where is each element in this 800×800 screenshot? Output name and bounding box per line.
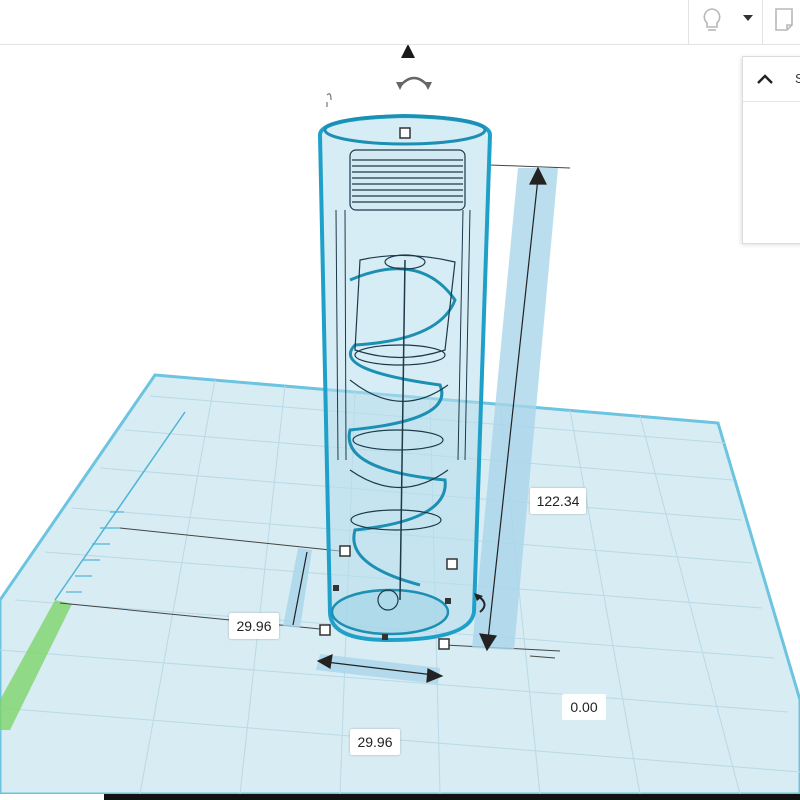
caret-down-icon <box>743 15 753 21</box>
width-dimension-label[interactable]: 29.96 <box>350 729 400 755</box>
hint-button[interactable] <box>690 0 734 44</box>
workplane-scene[interactable] <box>0 45 800 794</box>
rotate-handle-small-icon[interactable] <box>326 93 332 107</box>
hint-menu-button[interactable] <box>736 0 760 44</box>
chevron-up-icon <box>757 74 773 84</box>
toolbar-divider <box>688 0 689 44</box>
top-toolbar <box>0 0 800 45</box>
panel-collapse-button[interactable] <box>751 65 779 93</box>
panel-header: S <box>743 57 800 102</box>
depth-dimension-label[interactable]: 29.96 <box>229 613 279 639</box>
resize-handle-top[interactable] <box>399 127 411 139</box>
panel-title: S <box>795 71 800 86</box>
height-dimension-label[interactable]: 122.34 <box>530 488 586 514</box>
rotate-arrow-right <box>424 82 432 90</box>
elevation-dimension-label[interactable]: 0.00 <box>562 694 606 720</box>
bottom-edge-bar <box>104 794 800 800</box>
object-bottom-rim <box>330 588 450 636</box>
resize-handle-back-right[interactable] <box>446 558 458 570</box>
thread-section <box>349 149 466 211</box>
lightbulb-icon <box>703 8 721 31</box>
notes-button[interactable] <box>762 0 800 44</box>
3d-viewport[interactable]: 122.34 29.96 29.96 0.00 <box>0 45 800 794</box>
cylinder-object[interactable] <box>317 113 493 643</box>
lift-arrow-icon[interactable] <box>401 45 415 58</box>
resize-handle-front-right[interactable] <box>438 638 450 650</box>
rotate-arrow-left <box>396 82 404 90</box>
rotate-icon[interactable] <box>399 76 429 87</box>
notes-icon <box>775 8 793 31</box>
resize-handle-back-left[interactable] <box>339 545 351 557</box>
resize-handle-front-left[interactable] <box>319 624 331 636</box>
shape-properties-panel: S <box>742 56 800 244</box>
